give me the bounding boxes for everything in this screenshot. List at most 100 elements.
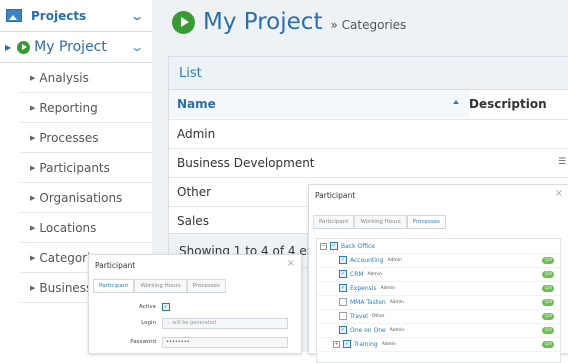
tree-item-label: Training: [354, 340, 378, 348]
tree-item[interactable]: − ✓ Back Office: [317, 239, 560, 254]
cell-name: Admin: [177, 127, 216, 141]
column-label: Description: [469, 97, 547, 111]
sort-ascending-icon[interactable]: [453, 100, 459, 104]
sidebar-item-label: Locations: [39, 220, 97, 235]
caret-right-icon: ▶: [30, 133, 36, 142]
count-badge: ☺ 4: [542, 312, 554, 320]
tab-working-hours[interactable]: Working Hours: [354, 215, 407, 228]
tree-item[interactable]: ✓ One on One Admin ☺ 4: [317, 323, 560, 338]
tree-item-role: Admin: [367, 271, 382, 277]
sidebar-item-label: Organisations: [39, 190, 123, 205]
checkbox[interactable]: [339, 298, 347, 306]
breadcrumb[interactable]: » Categories: [330, 18, 406, 32]
badge-value: 4: [549, 257, 552, 263]
sidebar-item-processes[interactable]: ▶ Processes: [20, 123, 152, 153]
dialog-tabs: Participant Working Hours Processes: [93, 279, 226, 293]
tree-item[interactable]: + ✓ Training Admin ☺ 4: [317, 337, 560, 352]
active-label: Active: [138, 304, 156, 310]
column-label: Name: [177, 97, 216, 111]
checkbox[interactable]: ✓: [339, 270, 347, 278]
badge-value: 4: [549, 299, 552, 305]
badge-value: 4: [549, 327, 552, 333]
column-header-name[interactable]: Name: [169, 90, 469, 118]
table-row[interactable]: Admin: [169, 119, 568, 148]
chevron-down-icon[interactable]: ⌄: [129, 40, 144, 54]
caret-right-icon: ▶: [30, 283, 36, 292]
sidebar-item-my-project[interactable]: ▶ My Project ⌄: [0, 32, 152, 63]
sidebar-item-label: Reporting: [39, 100, 98, 115]
page-header: My Project » Categories: [172, 9, 406, 35]
table-row[interactable]: Business Development: [169, 148, 568, 177]
sidebar-project-label: My Project: [34, 39, 107, 55]
tab-processes[interactable]: Processes: [406, 215, 446, 228]
count-badge: ☺ 4: [542, 256, 554, 264]
sidebar-item-reporting[interactable]: ▶ Reporting: [20, 93, 152, 123]
tree-item-label: CRM: [350, 270, 364, 278]
checkbox[interactable]: ✓: [339, 326, 347, 334]
caret-right-icon: ▶: [30, 103, 36, 112]
sidebar-item-label: Participants: [39, 160, 110, 175]
login-input[interactable]: ... will be generated: [162, 317, 288, 329]
play-icon: [17, 40, 31, 54]
checkbox[interactable]: ✓: [343, 340, 351, 348]
login-label: Login: [141, 320, 156, 326]
tab-working-hours[interactable]: Working Hours: [134, 279, 187, 292]
active-field: Active ✓: [89, 300, 289, 314]
caret-right-icon: ▶: [30, 253, 36, 262]
dialog-tabs: Participant Working Hours Processes: [313, 215, 446, 229]
checkbox[interactable]: ✓: [339, 284, 347, 292]
count-badge: ☺ 4: [542, 298, 554, 306]
caret-right-icon: ▶: [30, 73, 36, 82]
participant-processes-dialog: Participant × Participant Working Hours …: [308, 184, 568, 363]
list-heading: List: [169, 57, 568, 90]
close-icon[interactable]: ×: [555, 188, 563, 199]
badge-value: 4: [549, 313, 552, 319]
tab-participant[interactable]: Participant: [313, 215, 355, 228]
tree-item[interactable]: MMA Tasten Admin ☺ 4: [317, 295, 560, 310]
tree-item[interactable]: Travel Other ☺ 4: [317, 309, 560, 324]
count-badge: ☺ 4: [542, 270, 554, 278]
cell-name: Business Development: [177, 156, 315, 170]
tree-item-label: MMA Tasten: [350, 298, 386, 306]
process-tree: − ✓ Back Office ✓ Accounting Admin ☺ 4 ✓…: [316, 238, 561, 363]
tree-item-label: Accounting: [350, 256, 384, 264]
sidebar-item-locations[interactable]: ▶ Locations: [20, 213, 152, 243]
chevron-down-icon[interactable]: ⌄: [129, 9, 144, 23]
badge-value: 4: [549, 341, 552, 347]
tree-item-role: Admin: [380, 285, 395, 291]
tree-item[interactable]: ✓ Accounting Admin ☺ 4: [317, 253, 560, 268]
close-icon[interactable]: ×: [287, 258, 295, 269]
cell-name: Sales: [177, 214, 209, 228]
sidebar-item-analysis[interactable]: ▶ Analysis: [20, 63, 152, 93]
tab-participant[interactable]: Participant: [93, 279, 135, 292]
page-title: My Project: [203, 9, 323, 35]
sidebar-item-participants[interactable]: ▶ Participants: [20, 153, 152, 183]
caret-right-icon: ▶: [5, 42, 12, 52]
active-checkbox[interactable]: ✓: [162, 303, 170, 311]
count-badge: ☺ 4: [542, 340, 554, 348]
tree-item[interactable]: ✓ CRM Admin ☺ 4: [317, 267, 560, 282]
password-input[interactable]: ••••••••: [162, 336, 288, 348]
expand-icon[interactable]: +: [333, 340, 340, 348]
caret-right-icon: ▶: [30, 163, 36, 172]
sidebar-item-label: Analysis: [39, 70, 89, 85]
image-icon: [6, 9, 22, 22]
sidebar-item-label: Processes: [39, 130, 99, 145]
sidebar-projects-header[interactable]: Projects ⌄: [0, 0, 152, 32]
tree-item[interactable]: ✓ Expensis Admin ☺ 4: [317, 281, 560, 296]
tree-item-label: Back Office: [341, 242, 375, 250]
tab-processes[interactable]: Processes: [186, 279, 226, 292]
collapse-icon[interactable]: −: [320, 242, 327, 250]
column-header-description[interactable]: Description: [469, 90, 568, 118]
tree-item-role: Other: [371, 313, 385, 319]
sidebar-item-organisations[interactable]: ▶ Organisations: [20, 183, 152, 213]
checkbox[interactable]: ✓: [339, 256, 347, 264]
menu-icon[interactable]: ☰: [558, 157, 568, 167]
play-icon[interactable]: [172, 10, 195, 34]
login-field: Login ... will be generated: [89, 316, 289, 330]
checkbox[interactable]: [339, 312, 347, 320]
checkbox[interactable]: ✓: [330, 242, 338, 250]
sidebar-section-title: Projects: [31, 8, 87, 23]
dialog-title: Participant: [95, 261, 136, 270]
dialog-title: Participant: [315, 191, 356, 200]
